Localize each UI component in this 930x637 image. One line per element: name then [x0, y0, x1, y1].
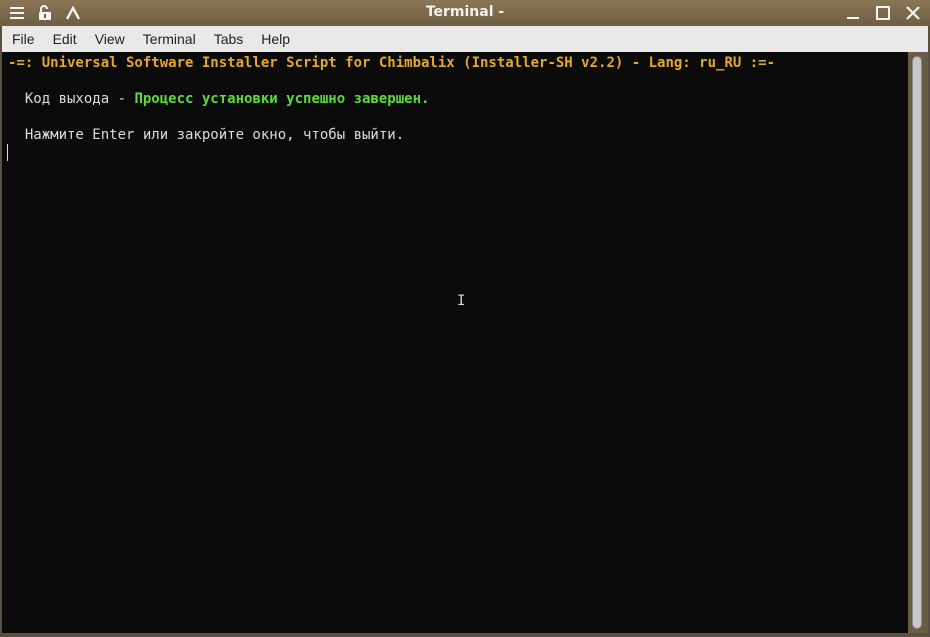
window-title: Terminal -	[425, 4, 505, 20]
close-icon[interactable]	[902, 3, 924, 23]
title-bar[interactable]: Terminal -	[0, 0, 930, 26]
maximize-icon[interactable]	[872, 3, 894, 23]
menu-edit[interactable]: Edit	[45, 31, 85, 47]
menu-help[interactable]: Help	[253, 31, 298, 47]
minimize-icon[interactable]	[842, 3, 864, 23]
terminal-output[interactable]: -=: Universal Software Installer Script …	[2, 52, 908, 633]
scrollbar-thumb[interactable]	[912, 56, 922, 629]
terminal-window: Terminal - File Edit View Terminal Tabs …	[0, 0, 930, 637]
installer-header-line: -=: Universal Software Installer Script …	[8, 55, 776, 71]
menu-bar: File Edit View Terminal Tabs Help	[2, 26, 928, 52]
exit-code-label: Код выхода -	[8, 91, 135, 107]
vertical-scrollbar[interactable]	[908, 52, 928, 633]
menu-view[interactable]: View	[87, 31, 133, 47]
press-enter-prompt: Нажмите Enter или закройте окно, чтобы в…	[8, 127, 405, 143]
window-bottom-border	[0, 633, 930, 637]
menu-tabs[interactable]: Tabs	[206, 31, 252, 47]
titlebar-right-buttons	[842, 3, 924, 23]
exit-code-line: Код выхода - Процесс установки успешно з…	[8, 90, 430, 108]
ibeam-cursor-icon: I	[457, 293, 466, 309]
text-cursor	[7, 144, 8, 161]
menu-file[interactable]: File	[4, 31, 43, 47]
menu-terminal[interactable]: Terminal	[135, 31, 204, 47]
exit-status-text: Процесс установки успешно завершен.	[134, 91, 430, 107]
